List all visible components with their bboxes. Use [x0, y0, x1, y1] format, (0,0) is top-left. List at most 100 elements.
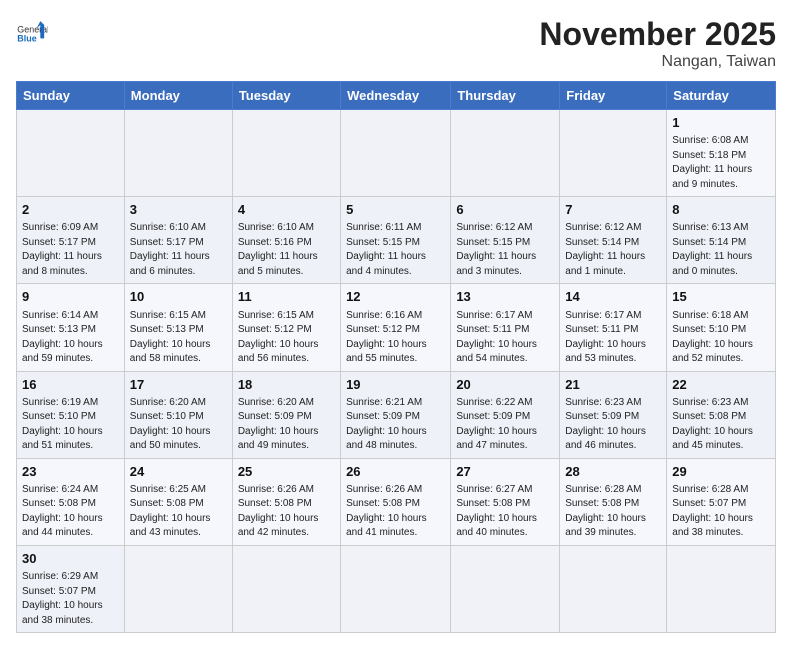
calendar-cell	[341, 110, 451, 197]
day-number: 29	[672, 463, 770, 481]
calendar-cell	[560, 110, 667, 197]
calendar-cell	[667, 545, 776, 632]
weekday-header-tuesday: Tuesday	[232, 82, 340, 110]
calendar-week-5: 23 Sunrise: 6:24 AM Sunset: 5:08 PM Dayli…	[17, 458, 776, 545]
day-info: Sunrise: 6:14 AM Sunset: 5:13 PM Dayligh…	[22, 309, 119, 367]
day-info: Sunrise: 6:26 AM Sunset: 5:08 PM Dayligh…	[346, 483, 445, 541]
day-info: Sunrise: 6:23 AM Sunset: 5:08 PM Dayligh…	[672, 396, 770, 454]
calendar-table: SundayMondayTuesdayWednesdayThursdayFrid…	[16, 81, 776, 633]
day-info: Sunrise: 6:12 AM Sunset: 5:14 PM Dayligh…	[565, 221, 661, 279]
calendar-cell: 16 Sunrise: 6:19 AM Sunset: 5:10 PM Dayli…	[17, 371, 125, 458]
day-number: 7	[565, 201, 661, 219]
day-info: Sunrise: 6:19 AM Sunset: 5:10 PM Dayligh…	[22, 396, 119, 454]
calendar-cell: 12 Sunrise: 6:16 AM Sunset: 5:12 PM Dayli…	[341, 284, 451, 371]
calendar-cell: 10Sunrise: 6:15 AM Sunset: 5:13 PM Dayli…	[124, 284, 232, 371]
weekday-header-sunday: Sunday	[17, 82, 125, 110]
calendar-cell: 18Sunrise: 6:20 AM Sunset: 5:09 PM Dayli…	[232, 371, 340, 458]
day-number: 1	[672, 114, 770, 132]
day-info: Sunrise: 6:20 AM Sunset: 5:09 PM Dayligh…	[238, 396, 335, 454]
calendar-cell: 29 Sunrise: 6:28 AM Sunset: 5:07 PM Dayli…	[667, 458, 776, 545]
day-info: Sunrise: 6:10 AM Sunset: 5:16 PM Dayligh…	[238, 221, 335, 279]
calendar-cell: 28Sunrise: 6:28 AM Sunset: 5:08 PM Dayli…	[560, 458, 667, 545]
calendar-cell: 22Sunrise: 6:23 AM Sunset: 5:08 PM Dayli…	[667, 371, 776, 458]
calendar-cell: 25 Sunrise: 6:26 AM Sunset: 5:08 PM Dayli…	[232, 458, 340, 545]
day-number: 23	[22, 463, 119, 481]
day-number: 21	[565, 376, 661, 394]
day-info: Sunrise: 6:12 AM Sunset: 5:15 PM Dayligh…	[456, 221, 554, 279]
calendar-subtitle: Nangan, Taiwan	[539, 53, 776, 71]
day-number: 10	[130, 288, 227, 306]
day-info: Sunrise: 6:22 AM Sunset: 5:09 PM Dayligh…	[456, 396, 554, 454]
calendar-cell	[560, 545, 667, 632]
day-number: 4	[238, 201, 335, 219]
page-header: General Blue November 2025 Nangan, Taiwa…	[16, 16, 776, 71]
day-info: Sunrise: 6:21 AM Sunset: 5:09 PM Dayligh…	[346, 396, 445, 454]
day-info: Sunrise: 6:24 AM Sunset: 5:08 PM Dayligh…	[22, 483, 119, 541]
day-number: 17	[130, 376, 227, 394]
calendar-cell: 23 Sunrise: 6:24 AM Sunset: 5:08 PM Dayli…	[17, 458, 125, 545]
calendar-cell: 4 Sunrise: 6:10 AM Sunset: 5:16 PM Daylig…	[232, 197, 340, 284]
calendar-week-4: 16 Sunrise: 6:19 AM Sunset: 5:10 PM Dayli…	[17, 371, 776, 458]
calendar-cell: 15 Sunrise: 6:18 AM Sunset: 5:10 PM Dayli…	[667, 284, 776, 371]
calendar-cell: 27Sunrise: 6:27 AM Sunset: 5:08 PM Dayli…	[451, 458, 560, 545]
day-number: 30	[22, 550, 119, 568]
calendar-cell: 5 Sunrise: 6:11 AM Sunset: 5:15 PM Daylig…	[341, 197, 451, 284]
day-number: 8	[672, 201, 770, 219]
day-number: 14	[565, 288, 661, 306]
calendar-cell: 30 Sunrise: 6:29 AM Sunset: 5:07 PM Dayli…	[17, 545, 125, 632]
day-number: 26	[346, 463, 445, 481]
calendar-cell	[451, 545, 560, 632]
calendar-cell	[232, 110, 340, 197]
calendar-cell	[124, 545, 232, 632]
calendar-cell: 26 Sunrise: 6:26 AM Sunset: 5:08 PM Dayli…	[341, 458, 451, 545]
day-info: Sunrise: 6:17 AM Sunset: 5:11 PM Dayligh…	[456, 309, 554, 367]
day-info: Sunrise: 6:20 AM Sunset: 5:10 PM Dayligh…	[130, 396, 227, 454]
day-number: 11	[238, 288, 335, 306]
day-info: Sunrise: 6:29 AM Sunset: 5:07 PM Dayligh…	[22, 570, 119, 628]
calendar-cell	[124, 110, 232, 197]
calendar-cell: 1Sunrise: 6:08 AM Sunset: 5:18 PM Daylig…	[667, 110, 776, 197]
calendar-cell	[451, 110, 560, 197]
calendar-cell: 13Sunrise: 6:17 AM Sunset: 5:11 PM Dayli…	[451, 284, 560, 371]
calendar-cell: 2 Sunrise: 6:09 AM Sunset: 5:17 PM Daylig…	[17, 197, 125, 284]
day-info: Sunrise: 6:09 AM Sunset: 5:17 PM Dayligh…	[22, 221, 119, 279]
weekday-header-friday: Friday	[560, 82, 667, 110]
weekday-header-saturday: Saturday	[667, 82, 776, 110]
calendar-cell	[341, 545, 451, 632]
logo-icon: General Blue	[16, 16, 48, 48]
day-info: Sunrise: 6:16 AM Sunset: 5:12 PM Dayligh…	[346, 309, 445, 367]
calendar-cell: 9 Sunrise: 6:14 AM Sunset: 5:13 PM Daylig…	[17, 284, 125, 371]
day-number: 12	[346, 288, 445, 306]
calendar-title: November 2025	[539, 16, 776, 53]
day-number: 3	[130, 201, 227, 219]
calendar-cell: 11 Sunrise: 6:15 AM Sunset: 5:12 PM Dayli…	[232, 284, 340, 371]
day-info: Sunrise: 6:10 AM Sunset: 5:17 PM Dayligh…	[130, 221, 227, 279]
calendar-cell: 14Sunrise: 6:17 AM Sunset: 5:11 PM Dayli…	[560, 284, 667, 371]
weekday-header-wednesday: Wednesday	[341, 82, 451, 110]
svg-text:Blue: Blue	[17, 34, 36, 44]
logo: General Blue	[16, 16, 48, 48]
calendar-week-2: 2 Sunrise: 6:09 AM Sunset: 5:17 PM Daylig…	[17, 197, 776, 284]
day-info: Sunrise: 6:18 AM Sunset: 5:10 PM Dayligh…	[672, 309, 770, 367]
day-info: Sunrise: 6:27 AM Sunset: 5:08 PM Dayligh…	[456, 483, 554, 541]
weekday-header-thursday: Thursday	[451, 82, 560, 110]
day-info: Sunrise: 6:15 AM Sunset: 5:12 PM Dayligh…	[238, 309, 335, 367]
calendar-cell	[232, 545, 340, 632]
title-block: November 2025 Nangan, Taiwan	[539, 16, 776, 71]
day-number: 15	[672, 288, 770, 306]
day-info: Sunrise: 6:11 AM Sunset: 5:15 PM Dayligh…	[346, 221, 445, 279]
weekday-header-monday: Monday	[124, 82, 232, 110]
calendar-cell: 7 Sunrise: 6:12 AM Sunset: 5:14 PM Daylig…	[560, 197, 667, 284]
day-number: 25	[238, 463, 335, 481]
day-number: 2	[22, 201, 119, 219]
calendar-week-3: 9 Sunrise: 6:14 AM Sunset: 5:13 PM Daylig…	[17, 284, 776, 371]
calendar-cell: 24Sunrise: 6:25 AM Sunset: 5:08 PM Dayli…	[124, 458, 232, 545]
day-info: Sunrise: 6:28 AM Sunset: 5:07 PM Dayligh…	[672, 483, 770, 541]
day-info: Sunrise: 6:13 AM Sunset: 5:14 PM Dayligh…	[672, 221, 770, 279]
day-number: 19	[346, 376, 445, 394]
day-number: 5	[346, 201, 445, 219]
day-number: 9	[22, 288, 119, 306]
day-number: 16	[22, 376, 119, 394]
day-info: Sunrise: 6:26 AM Sunset: 5:08 PM Dayligh…	[238, 483, 335, 541]
calendar-cell: 17 Sunrise: 6:20 AM Sunset: 5:10 PM Dayli…	[124, 371, 232, 458]
